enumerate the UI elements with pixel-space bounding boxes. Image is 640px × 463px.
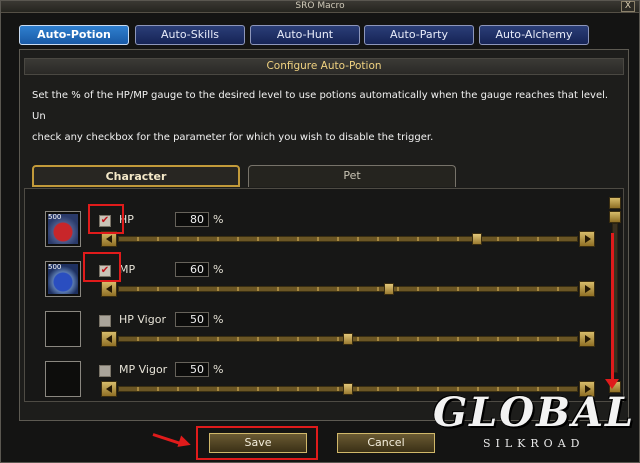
potion-row-hp-vigor: HP Vigor 50 %: [25, 311, 623, 361]
cancel-button[interactable]: Cancel: [337, 433, 435, 453]
mp-slider-left-arrow[interactable]: [101, 281, 117, 297]
description-line-1: Set the % of the HP/MP gauge to the desi…: [32, 90, 609, 122]
hp-vigor-slider-right-arrow[interactable]: [579, 331, 595, 347]
logo-main-text: GLOBAL: [433, 389, 636, 436]
tab-auto-alchemy[interactable]: Auto-Alchemy: [479, 25, 589, 45]
hp-vigor-slider-left-arrow[interactable]: [101, 331, 117, 347]
mp-vigor-checkbox[interactable]: [99, 365, 111, 377]
mp-percent: %: [213, 263, 224, 276]
window-titlebar[interactable]: SRO Macro X: [1, 1, 639, 13]
hp-vigor-slider[interactable]: [101, 331, 595, 347]
scroll-up-button[interactable]: [609, 197, 621, 209]
hp-vigor-value: 50: [175, 312, 209, 327]
mp-vigor-slider-thumb[interactable]: [343, 383, 353, 395]
mp-value: 60: [175, 262, 209, 277]
panel-title: Configure Auto-Potion: [24, 58, 624, 75]
hp-slider[interactable]: [101, 231, 595, 247]
mp-vigor-percent: %: [213, 363, 224, 376]
scroll-thumb[interactable]: [609, 211, 621, 223]
hp-vigor-percent: %: [213, 313, 224, 326]
subtab-character[interactable]: Character: [32, 165, 240, 187]
mp-potion-slot[interactable]: 500: [45, 261, 81, 297]
hp-percent: %: [213, 213, 224, 226]
scroll-arrow-line: [611, 233, 614, 381]
main-tabs: Auto-Potion Auto-Skills Auto-Hunt Auto-P…: [19, 25, 629, 49]
tab-auto-party[interactable]: Auto-Party: [364, 25, 474, 45]
mp-vigor-slot[interactable]: [45, 361, 81, 397]
panel-description: Set the % of the HP/MP gauge to the desi…: [32, 85, 622, 148]
mp-vigor-slider-left-arrow[interactable]: [101, 381, 117, 397]
hp-value: 80: [175, 212, 209, 227]
save-button[interactable]: Save: [209, 433, 307, 453]
mp-slider-thumb[interactable]: [384, 283, 395, 295]
hp-vigor-checkbox[interactable]: [99, 315, 111, 327]
close-button[interactable]: X: [621, 1, 635, 12]
hp-potion-badge: 500: [48, 213, 62, 221]
hp-slider-track[interactable]: [118, 236, 578, 242]
highlight-hp-checkbox: [88, 204, 124, 234]
subtab-pet[interactable]: Pet: [248, 165, 456, 187]
mp-vigor-value: 50: [175, 362, 209, 377]
save-arrow-head: [177, 435, 193, 451]
highlight-mp-checkbox: [83, 252, 121, 282]
description-line-2: check any checkbox for the parameter for…: [32, 132, 434, 143]
tab-auto-skills[interactable]: Auto-Skills: [135, 25, 245, 45]
hp-vigor-slider-thumb[interactable]: [343, 333, 353, 345]
hp-vigor-slot[interactable]: [45, 311, 81, 347]
scroll-arrow-head: [605, 379, 619, 389]
global-silkroad-logo: GLOBAL SILKROAD: [433, 389, 633, 461]
mp-slider[interactable]: [101, 281, 595, 297]
hp-vigor-label: HP Vigor: [119, 313, 166, 326]
hp-slider-thumb[interactable]: [471, 233, 482, 245]
tab-auto-hunt[interactable]: Auto-Hunt: [250, 25, 360, 45]
auto-potion-panel: Configure Auto-Potion Set the % of the H…: [19, 49, 629, 421]
mp-slider-track[interactable]: [118, 286, 578, 292]
hp-slider-right-arrow[interactable]: [579, 231, 595, 247]
tab-auto-potion[interactable]: Auto-Potion: [19, 25, 129, 45]
window-title: SRO Macro: [295, 1, 345, 11]
mp-potion-badge: 500: [48, 263, 62, 271]
mp-vigor-label: MP Vigor: [119, 363, 168, 376]
mp-slider-right-arrow[interactable]: [579, 281, 595, 297]
sro-macro-window: SRO Macro X Auto-Potion Auto-Skills Auto…: [0, 0, 640, 463]
mp-label: MP: [119, 263, 136, 276]
hp-potion-slot[interactable]: 500: [45, 211, 81, 247]
logo-sub-text: SILKROAD: [483, 437, 585, 450]
